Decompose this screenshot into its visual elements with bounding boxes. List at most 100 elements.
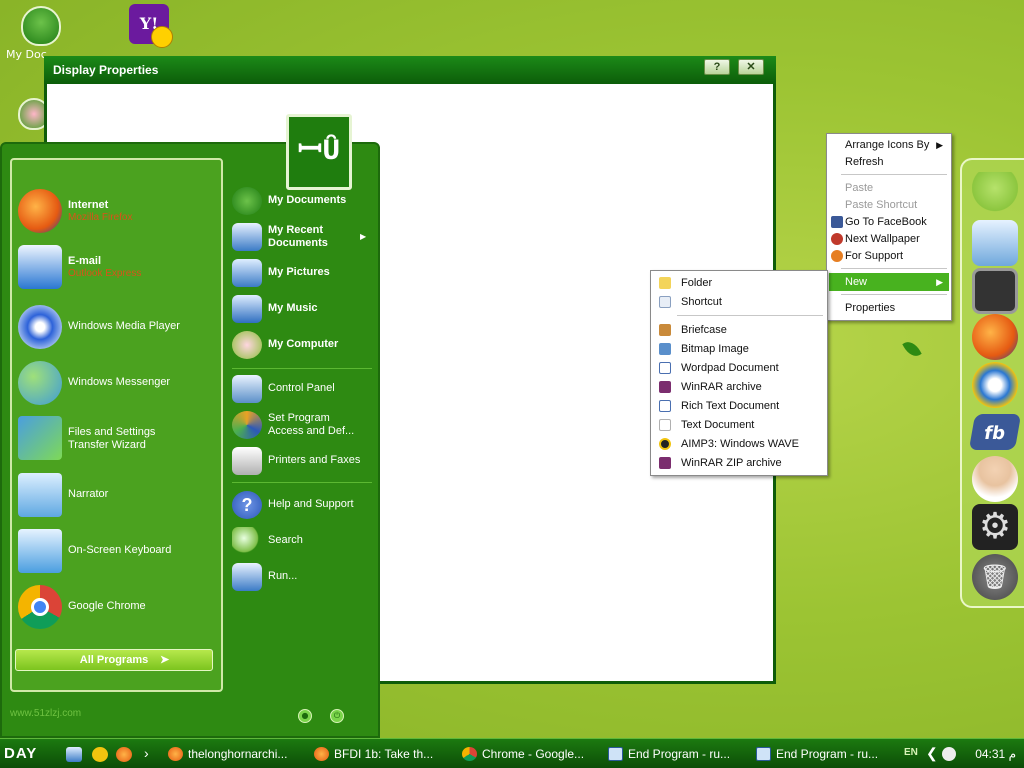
start-item-narrator[interactable]: Narrator [12, 471, 210, 519]
start-item-title: Narrator [68, 488, 109, 500]
computer-flower-icon [232, 331, 262, 359]
start-item-my-computer[interactable]: My Computer [232, 330, 380, 360]
menu-item-label: WinRAR archive [681, 381, 762, 393]
text-doc-icon [659, 419, 671, 431]
start-item-my-pictures[interactable]: My Pictures [232, 258, 380, 288]
quicklaunch-chevron-icon[interactable]: › [144, 745, 149, 761]
menu-item-refresh[interactable]: Refresh [829, 153, 949, 171]
menu-item-new[interactable]: New ▶ [829, 273, 949, 291]
start-item-help-and-support[interactable]: ? Help and Support [232, 490, 380, 520]
menu-item-label: Next Wallpaper [845, 233, 920, 245]
start-item-my-recent-documents[interactable]: My Recent Documents ▶ [232, 222, 380, 252]
start-button[interactable]: DAY [4, 745, 37, 762]
facebook-icon[interactable]: fb [968, 414, 1022, 450]
start-item-label: Help and Support [268, 498, 354, 510]
taskbar-task[interactable]: End Program - ru... [606, 742, 744, 766]
next-wallpaper-icon [831, 233, 843, 245]
side-dock: fb ⚙ 🗑 [960, 158, 1024, 608]
taskbar-task[interactable]: thelonghornarchi... [166, 742, 302, 766]
menu-item-next-wallpaper[interactable]: Next Wallpaper [829, 230, 949, 248]
rtf-icon [659, 400, 671, 412]
messenger-smiley-icon[interactable] [92, 747, 108, 762]
menu-item-label: Paste Shortcut [845, 199, 918, 211]
submenu-arrow-icon: ▶ [936, 277, 943, 287]
new-item-text-document[interactable]: Text Document [653, 416, 825, 434]
firefox-icon[interactable] [972, 314, 1018, 360]
menu-item-properties[interactable]: Properties [829, 299, 949, 317]
help-button[interactable]: ? [704, 59, 730, 75]
window-titlebar[interactable]: Display Properties ? ✕ [44, 56, 776, 84]
trash-icon[interactable]: 🗑 [972, 554, 1018, 600]
android-icon[interactable] [972, 172, 1018, 218]
new-item-aimp3-wave[interactable]: AIMP3: Windows WAVE [653, 435, 825, 453]
language-indicator[interactable]: EN [904, 747, 918, 758]
start-item-set-program-access[interactable]: Set Program Access and Def... [232, 410, 380, 440]
start-item-label: My Recent [268, 224, 324, 236]
menu-item-arrange-icons-by[interactable]: Arrange Icons By ▶ [829, 136, 949, 154]
lock-icon[interactable]: ● [298, 709, 312, 723]
taskbar-clock[interactable]: 04:31 م [975, 747, 1016, 761]
firefox-icon [168, 747, 183, 761]
firefox-quicklaunch-icon[interactable] [116, 747, 132, 762]
printer-icon [232, 447, 262, 475]
start-item-chrome[interactable]: Google Chrome [12, 583, 210, 631]
submenu-arrow-icon: ▶ [360, 232, 367, 241]
taskbar-task[interactable]: BFDI 1b: Take th... [312, 742, 450, 766]
start-item-run[interactable]: Run... [232, 562, 380, 592]
new-item-folder[interactable]: Folder [653, 274, 825, 292]
taskbar-task[interactable]: End Program - ru... [754, 742, 890, 766]
settings-gear-icon[interactable]: ⚙ [972, 504, 1018, 550]
chrome-icon [18, 585, 62, 629]
taskbar-task[interactable]: Chrome - Google... [460, 742, 596, 766]
start-item-my-documents[interactable]: My Documents [232, 186, 380, 216]
new-item-winrar-zip-archive[interactable]: WinRAR ZIP archive [653, 454, 825, 472]
menu-item-go-to-facebook[interactable]: Go To FaceBook [829, 213, 949, 231]
menu-separator [841, 174, 947, 175]
start-item-title: Windows Messenger [68, 376, 171, 388]
start-item-printers-and-faxes[interactable]: Printers and Faxes [232, 446, 380, 476]
all-programs-button[interactable]: All Programs ➤ [15, 649, 213, 671]
music-icon [232, 295, 262, 323]
show-desktop-icon[interactable] [66, 747, 82, 762]
desktop-icon-yahoo[interactable]: Y! [114, 4, 184, 48]
desktop-icon-my-documents[interactable]: My Doc [6, 6, 76, 61]
new-item-shortcut[interactable]: Shortcut [653, 293, 825, 311]
start-item-on-screen-keyboard[interactable]: On-Screen Keyboard [12, 527, 210, 575]
network-monitor-icon[interactable] [972, 220, 1018, 266]
new-item-briefcase[interactable]: Briefcase [653, 321, 825, 339]
start-item-messenger[interactable]: Windows Messenger [12, 359, 210, 407]
cursor-arrow-icon: ➤ [160, 654, 170, 666]
start-item-media-player[interactable]: Windows Media Player [12, 303, 210, 351]
menu-item-paste-shortcut: Paste Shortcut [829, 196, 949, 214]
power-icon[interactable]: ⏻ [330, 709, 344, 723]
start-menu-footer-link[interactable]: www.51zlzj.com [10, 708, 81, 719]
start-item-search[interactable]: Search [232, 526, 380, 556]
tray-status-icon[interactable] [942, 747, 956, 761]
tray-chevron-icon[interactable]: ❮ [926, 745, 938, 762]
task-label: End Program - ru... [776, 747, 879, 761]
system-tray: EN ❮ 04:31 م [898, 739, 1024, 768]
start-item-email[interactable]: E-mail Outlook Express [12, 243, 210, 291]
menu-item-label: Shortcut [681, 296, 722, 308]
firefox-icon [314, 747, 329, 761]
transfer-wizard-icon [18, 416, 62, 460]
close-button[interactable]: ✕ [738, 59, 764, 75]
start-item-my-music[interactable]: My Music [232, 294, 380, 324]
new-item-wordpad-document[interactable]: Wordpad Document [653, 359, 825, 377]
support-agent-icon[interactable] [972, 456, 1018, 502]
new-item-rich-text-document[interactable]: Rich Text Document [653, 397, 825, 415]
start-item-transfer-wizard[interactable]: Files and Settings Transfer Wizard [12, 414, 210, 462]
ipad-icon[interactable] [972, 268, 1018, 314]
start-item-label: My Computer [268, 338, 339, 350]
start-item-internet[interactable]: Internet Mozilla Firefox [12, 187, 210, 235]
facebook-icon [831, 216, 843, 228]
window-title: Display Properties [53, 63, 159, 77]
new-item-winrar-archive[interactable]: WinRAR archive [653, 378, 825, 396]
facebook-text: fb [982, 423, 1007, 444]
narrator-icon [18, 473, 62, 517]
start-item-label-line2: Documents [268, 237, 328, 249]
start-item-control-panel[interactable]: Control Panel [232, 374, 380, 404]
menu-item-for-support[interactable]: For Support [829, 247, 949, 265]
new-item-bitmap-image[interactable]: Bitmap Image [653, 340, 825, 358]
internet-explorer-icon[interactable] [972, 362, 1018, 408]
